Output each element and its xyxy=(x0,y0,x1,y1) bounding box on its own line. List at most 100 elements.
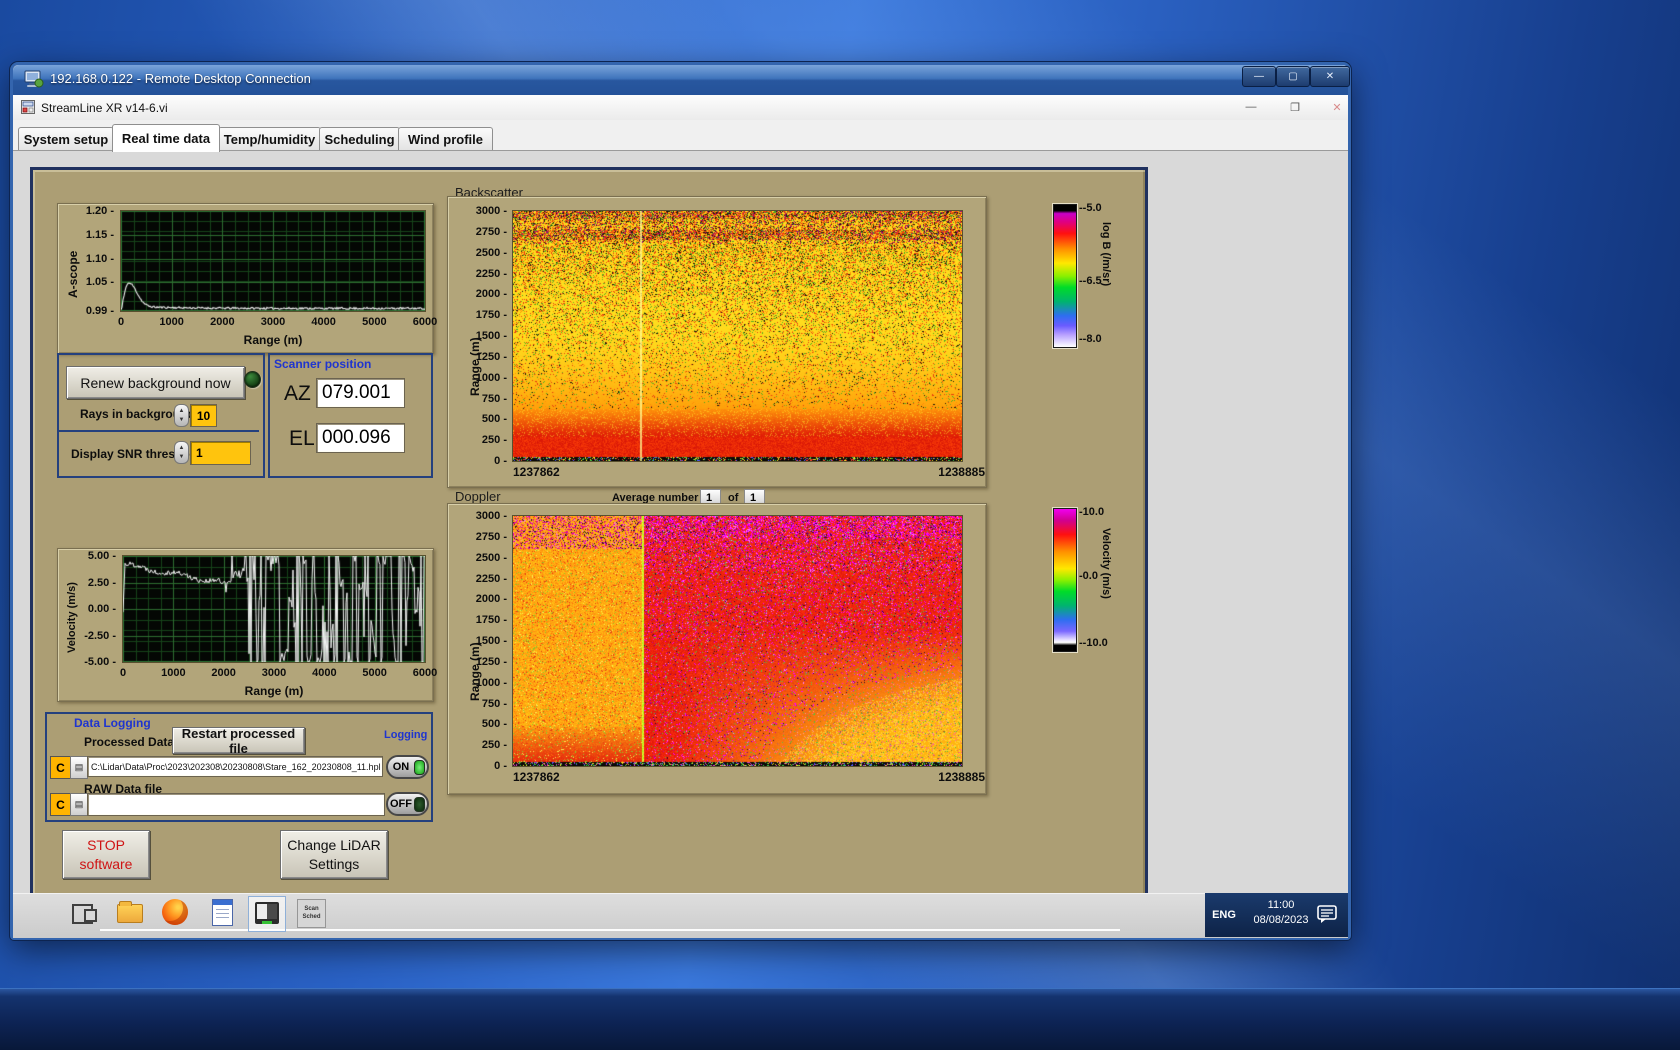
axis-tick: 0 xyxy=(494,455,507,467)
el-value-field[interactable]: 000.096 xyxy=(316,423,405,453)
processed-path-text: C:\Lidar\Data\Proc\2023\202308\20230808\… xyxy=(91,761,381,772)
remote-desktop-icon xyxy=(24,70,44,88)
spinner-up-icon[interactable]: ▲ xyxy=(179,444,185,453)
task-view-icon[interactable] xyxy=(72,904,97,924)
minimize-icon: — xyxy=(1245,101,1257,113)
axis-tick: 5.00 xyxy=(88,550,116,562)
axis-tick: 2750 xyxy=(476,531,507,543)
tab-scheduling[interactable]: Scheduling xyxy=(319,127,400,151)
axis-tick: 2000 xyxy=(476,288,507,300)
streamline-app-taskbar-button[interactable] xyxy=(248,896,286,932)
processed-drive-selector[interactable]: C xyxy=(50,756,71,779)
processed-path-field[interactable]: C:\Lidar\Data\Proc\2023\202308\20230808\… xyxy=(87,756,383,777)
stop-line1: STOP xyxy=(87,836,125,853)
rdp-minimize-button[interactable]: — xyxy=(1242,66,1276,87)
doppler-y-ticks: 3000275025002250200017501500125010007505… xyxy=(447,510,507,772)
app-minimize-button[interactable]: — xyxy=(1240,99,1262,115)
axis-tick: 3000 xyxy=(476,510,507,522)
spinner-down-icon[interactable]: ▼ xyxy=(179,453,185,462)
axis-tick: 1250 xyxy=(476,351,507,363)
close-icon: ✕ xyxy=(1332,101,1342,114)
tab-system-setup[interactable]: System setup xyxy=(18,127,114,151)
stop-software-button[interactable]: STOP software xyxy=(62,830,150,879)
az-value: 079.001 xyxy=(322,382,391,403)
scanner-position-title: Scanner position xyxy=(274,357,372,371)
app-titlebar[interactable] xyxy=(13,95,1348,121)
rdp-title: 192.168.0.122 - Remote Desktop Connectio… xyxy=(50,71,311,86)
renew-led-indicator xyxy=(244,371,261,388)
axis-tick: 750 xyxy=(482,393,507,405)
streamline-app-icon xyxy=(255,902,279,924)
tab-label: System setup xyxy=(23,132,109,147)
restart-processed-file-button[interactable]: Restart processed file xyxy=(172,725,305,756)
clock-time[interactable]: 11:00 xyxy=(1246,899,1316,911)
tab-label: Real time data xyxy=(121,131,211,146)
ascope-plot xyxy=(120,210,426,312)
change-lidar-settings-button[interactable]: Change LiDAR Settings xyxy=(280,830,388,879)
file-explorer-icon[interactable] xyxy=(117,901,143,923)
axis-tick: 5000 xyxy=(362,316,387,328)
tab-label: Wind profile xyxy=(408,132,483,147)
az-value-field[interactable]: 079.001 xyxy=(316,378,405,408)
raw-path-field[interactable] xyxy=(87,793,385,816)
axis-tick: 2000 xyxy=(211,667,236,679)
raw-logging-toggle[interactable]: OFF xyxy=(386,792,429,816)
axis-tick: 1000 xyxy=(161,667,186,679)
minimize-icon: — xyxy=(1254,71,1264,82)
axis-tick: 2.50 xyxy=(88,577,116,589)
button-label: Restart processed file xyxy=(181,725,296,756)
rays-spinner[interactable]: ▲ ▼ xyxy=(174,404,189,427)
document-app-icon[interactable] xyxy=(212,899,233,926)
snr-spinner[interactable]: ▲ ▼ xyxy=(174,441,189,464)
raw-browse-button[interactable]: ▤ xyxy=(70,793,88,816)
vi-icon xyxy=(21,100,35,114)
el-label: EL xyxy=(289,427,315,450)
processed-logging-toggle[interactable]: ON xyxy=(386,755,429,779)
axis-tick: 2250 xyxy=(476,268,507,280)
ascope-x-axis-label: Range (m) xyxy=(243,333,303,347)
axis-tick: -2.50 xyxy=(84,630,116,642)
processed-browse-button[interactable]: ▤ xyxy=(70,756,88,779)
axis-tick: 2250 xyxy=(476,573,507,585)
notification-icon[interactable] xyxy=(1316,904,1338,924)
axis-tick: 3000 xyxy=(260,316,286,328)
button-label: Renew background now xyxy=(80,374,231,391)
axis-tick: 2500 xyxy=(476,552,507,564)
firefox-icon[interactable] xyxy=(162,899,188,925)
axis-tick: 1250 xyxy=(476,656,507,668)
rays-value-field[interactable]: 10 xyxy=(190,404,217,427)
rdp-close-button[interactable]: ✕ xyxy=(1310,66,1350,87)
raw-drive-selector[interactable]: C xyxy=(50,793,71,816)
axis-tick: 4000 xyxy=(312,667,337,679)
language-indicator[interactable]: ENG xyxy=(1206,893,1242,937)
clock-date[interactable]: 08/08/2023 xyxy=(1240,914,1322,926)
settings-line1: Change LiDAR xyxy=(287,836,381,853)
app-close-button[interactable]: ✕ xyxy=(1326,99,1348,115)
language-code: ENG xyxy=(1212,909,1236,921)
snr-value: 1 xyxy=(196,446,203,460)
rdp-maximize-button[interactable]: ▢ xyxy=(1276,66,1310,87)
axis-tick: 1500 xyxy=(476,330,507,342)
tab-real-time-data[interactable]: Real time data xyxy=(112,124,220,152)
stop-line2: software xyxy=(79,855,133,872)
doppler-colorbar-label: Velocity (m/s) xyxy=(1100,528,1112,599)
axis-tick: 500 xyxy=(482,413,507,425)
spinner-down-icon[interactable]: ▼ xyxy=(179,416,185,425)
drive-letter: C xyxy=(56,797,65,812)
scan-scheduler-icon[interactable]: Scan Sched xyxy=(297,899,326,928)
velocity-x-ticks: 0 1000 2000 3000 4000 5000 6000 xyxy=(120,667,437,680)
toggle-on-label: ON xyxy=(392,761,410,773)
tab-temp-humidity[interactable]: Temp/humidity xyxy=(218,127,321,151)
renew-background-button[interactable]: Renew background now xyxy=(66,366,245,399)
axis-tick: 1.15 xyxy=(86,229,114,241)
app-restore-button[interactable]: ❐ xyxy=(1284,99,1306,115)
spinner-up-icon[interactable]: ▲ xyxy=(179,407,185,416)
doppler-title: Doppler xyxy=(455,489,501,504)
axis-tick: -5.0 xyxy=(1079,202,1102,214)
local-taskbar[interactable] xyxy=(0,988,1680,1050)
tab-label: Scheduling xyxy=(324,132,395,147)
tab-wind-profile[interactable]: Wind profile xyxy=(398,127,493,151)
snr-value-field[interactable]: 1 xyxy=(190,441,251,465)
axis-tick: 0 xyxy=(494,760,507,772)
logging-label: Logging xyxy=(384,729,428,741)
